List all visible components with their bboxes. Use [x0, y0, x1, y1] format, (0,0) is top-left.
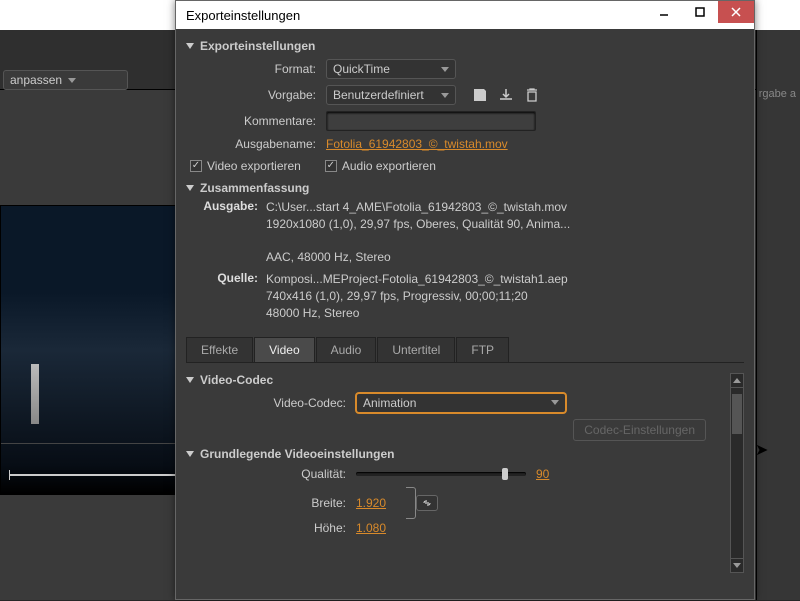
maximize-button[interactable] [682, 1, 718, 23]
height-label: Höhe: [186, 521, 346, 535]
minimize-button[interactable] [646, 1, 682, 23]
delete-preset-icon[interactable] [524, 87, 540, 103]
output-name-label: Ausgabename: [186, 137, 316, 151]
export-settings-dialog: Exporteinstellungen Exporteinstellungen … [175, 0, 755, 600]
width-value[interactable]: 1.920 [356, 496, 386, 510]
quality-label: Qualität: [186, 467, 346, 481]
summary-source-text: Komposi...MEProject-Fotolia_61942803_©_t… [266, 271, 744, 323]
video-codec-label: Video-Codec: [186, 396, 346, 410]
quality-slider[interactable] [356, 472, 526, 476]
disclosure-triangle-icon [186, 185, 194, 191]
export-video-label: Video exportieren [207, 159, 301, 173]
summary-header[interactable]: Zusammenfassung [186, 181, 744, 195]
export-audio-checkbox[interactable]: Audio exportieren [325, 159, 436, 173]
zoom-select[interactable]: anpassen [3, 70, 128, 90]
summary-source-label: Quelle: [196, 271, 266, 323]
comments-label: Kommentare: [186, 114, 316, 128]
dialog-titlebar[interactable]: Exporteinstellungen [176, 1, 754, 29]
format-value: QuickTime [333, 62, 390, 76]
summary-label: Zusammenfassung [200, 181, 309, 195]
preset-dropdown[interactable]: Benutzerdefiniert [326, 85, 456, 105]
comments-input[interactable] [326, 111, 536, 131]
disclosure-triangle-icon [186, 451, 194, 457]
export-video-checkbox[interactable]: Video exportieren [190, 159, 301, 173]
checkbox-checked-icon [325, 160, 337, 172]
video-codec-value: Animation [363, 396, 416, 410]
scroll-down-icon[interactable] [731, 558, 743, 572]
tab-ftp[interactable]: FTP [456, 337, 509, 362]
preset-label: Vorgabe: [186, 88, 316, 102]
export-settings-header[interactable]: Exporteinstellungen [186, 39, 744, 53]
codec-settings-button: Codec-Einstellungen [573, 419, 706, 441]
chevron-down-icon [441, 93, 449, 98]
zoom-select-label: anpassen [10, 73, 62, 87]
height-value[interactable]: 1.080 [356, 521, 386, 535]
tab-audio[interactable]: Audio [316, 337, 377, 362]
slider-thumb[interactable] [502, 468, 508, 480]
summary-output-label: Ausgabe: [196, 199, 266, 267]
video-codec-header[interactable]: Video-Codec [186, 373, 726, 387]
video-codec-section-label: Video-Codec [200, 373, 273, 387]
save-preset-icon[interactable] [472, 87, 488, 103]
dimension-bracket-icon [406, 487, 416, 519]
checkbox-checked-icon [190, 160, 202, 172]
format-label: Format: [186, 62, 316, 76]
settings-tabs: Effekte Video Audio Untertitel FTP [186, 337, 744, 363]
basic-video-label: Grundlegende Videoeinstellungen [200, 447, 394, 461]
scroll-up-icon[interactable] [731, 374, 743, 388]
basic-video-header[interactable]: Grundlegende Videoeinstellungen [186, 447, 726, 461]
tab-untertitel[interactable]: Untertitel [377, 337, 455, 362]
export-audio-label: Audio exportieren [342, 159, 436, 173]
disclosure-triangle-icon [186, 43, 194, 49]
export-settings-label: Exporteinstellungen [200, 39, 315, 53]
mouse-cursor-icon: ➤ [755, 440, 768, 460]
disclosure-triangle-icon [186, 377, 194, 383]
chevron-down-icon [441, 67, 449, 72]
right-panel-truncated-text: rgabe a [759, 88, 796, 100]
quality-value[interactable]: 90 [536, 467, 549, 481]
output-name-link[interactable]: Fotolia_61942803_©_twistah.mov [326, 137, 508, 151]
preset-value: Benutzerdefiniert [333, 88, 424, 102]
video-codec-dropdown[interactable]: Animation [356, 393, 566, 413]
chevron-down-icon [551, 400, 559, 405]
scrollbar-thumb[interactable] [732, 394, 742, 434]
import-preset-icon[interactable] [498, 87, 514, 103]
summary-output-text: C:\User...start 4_AME\Fotolia_61942803_©… [266, 199, 744, 267]
close-button[interactable] [718, 1, 754, 23]
right-panel-sliver [756, 30, 800, 600]
link-dimensions-button[interactable] [416, 495, 438, 511]
tab-video[interactable]: Video [254, 337, 314, 362]
format-dropdown[interactable]: QuickTime [326, 59, 456, 79]
chevron-down-icon [68, 78, 76, 83]
dialog-title: Exporteinstellungen [186, 8, 300, 23]
settings-scrollbar[interactable] [730, 373, 744, 573]
width-label: Breite: [186, 496, 346, 510]
tab-effekte[interactable]: Effekte [186, 337, 253, 362]
